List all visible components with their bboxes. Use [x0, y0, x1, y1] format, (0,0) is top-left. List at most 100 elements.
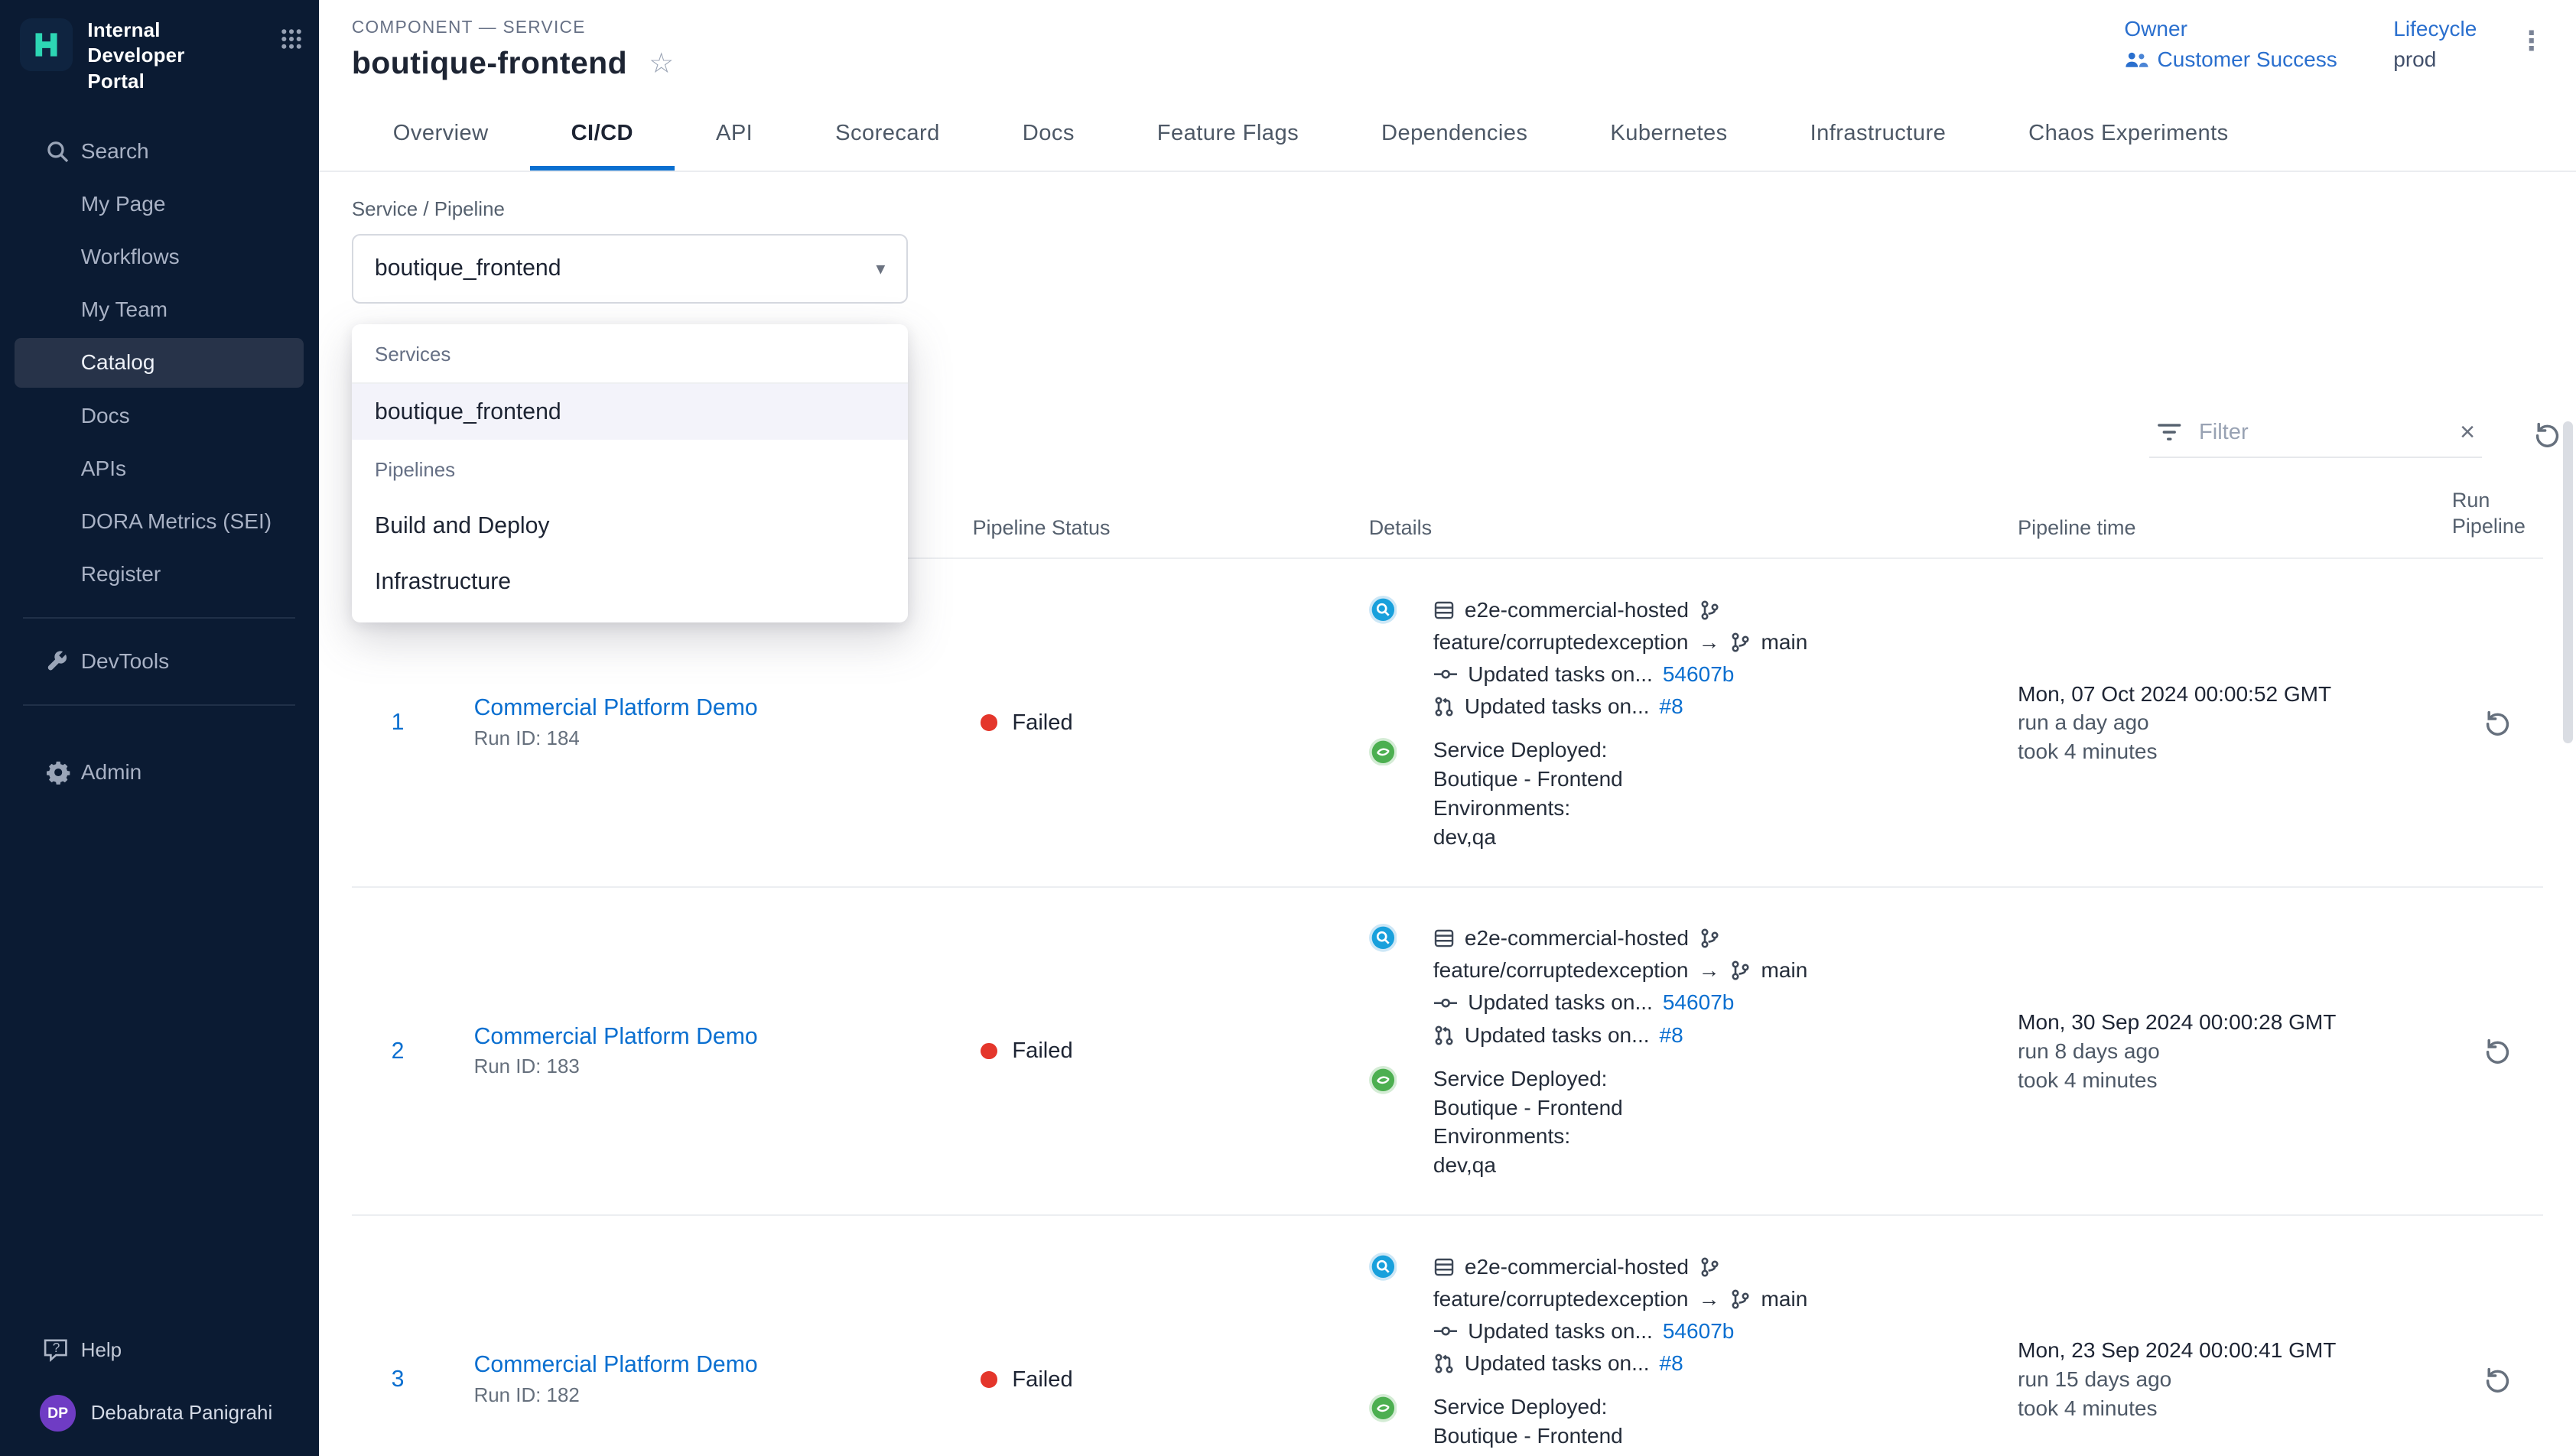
run-number-link[interactable]: 1 — [392, 710, 415, 736]
run-duration: took 4 minutes — [2018, 737, 2452, 766]
tab-api[interactable]: API — [675, 96, 794, 171]
tab-feature-flags[interactable]: Feature Flags — [1116, 96, 1340, 171]
run-ago: run 15 days ago — [2018, 1365, 2452, 1394]
target-branch: main — [1761, 630, 1808, 655]
deploy-label: Service Deployed: — [1433, 1064, 1623, 1094]
rerun-pipeline-button[interactable] — [2482, 707, 2513, 739]
sidebar-item-workflows[interactable]: Workflows — [0, 231, 319, 284]
commit-sha-link[interactable]: 54607b — [1663, 990, 1735, 1015]
pipeline-runs-table: Pipeline Status Details Pipeline time Ru… — [352, 488, 2543, 1456]
run-number-link[interactable]: 3 — [392, 1367, 415, 1393]
run-ago: run a day ago — [2018, 708, 2452, 737]
sidebar-item-admin[interactable]: Admin — [0, 746, 319, 798]
filter-input[interactable] — [2196, 418, 2447, 447]
commit-sha-link[interactable]: 54607b — [1663, 662, 1735, 687]
table-row: 2 Commercial Platform Demo Run ID: 183 F… — [352, 888, 2543, 1216]
pipeline-time: Mon, 30 Sep 2024 00:00:28 GMT — [2018, 1008, 2452, 1037]
sidebar-item-apis[interactable]: APIs — [0, 442, 319, 495]
filter-icon — [2156, 421, 2183, 444]
arrow-icon: → — [1698, 1287, 1719, 1311]
sidebar-item-label: Register — [81, 562, 161, 587]
sidebar-item-label: APIs — [81, 457, 126, 481]
pr-message: Updated tasks on... — [1465, 1351, 1650, 1376]
pipeline-select[interactable]: boutique_frontend ▾ — [352, 234, 909, 304]
search-icon — [46, 140, 69, 163]
run-id: Run ID: 184 — [474, 728, 758, 750]
tab-dependencies[interactable]: Dependencies — [1340, 96, 1569, 171]
environments-label: Environments: — [1433, 1451, 1623, 1456]
git-branch-icon — [1699, 928, 1720, 949]
sidebar-item-label: DORA Metrics (SEI) — [81, 509, 272, 534]
run-ago: run 8 days ago — [2018, 1037, 2452, 1066]
rerun-pipeline-button[interactable] — [2482, 1035, 2513, 1067]
sidebar-item-label: My Page — [81, 192, 166, 216]
tab-cicd[interactable]: CI/CD — [530, 96, 675, 171]
lifecycle-label: Lifecycle — [2393, 17, 2477, 41]
dropdown-option-infrastructure[interactable]: Infrastructure — [352, 554, 909, 609]
ci-stage-icon — [1369, 924, 1397, 1051]
tab-chaos-experiments[interactable]: Chaos Experiments — [1987, 96, 2269, 171]
repo-name: e2e-commercial-hosted — [1465, 1255, 1689, 1279]
rerun-pipeline-button[interactable] — [2482, 1364, 2513, 1396]
commit-message: Updated tasks on... — [1468, 1319, 1653, 1344]
vertical-scrollbar-thumb[interactable] — [2563, 421, 2573, 743]
pr-number-link[interactable]: #8 — [1660, 694, 1683, 719]
pr-number-link[interactable]: #8 — [1660, 1023, 1683, 1048]
cd-stage-icon — [1369, 738, 1397, 852]
help-label: Help — [81, 1340, 122, 1362]
commit-icon — [1433, 996, 1458, 1009]
run-id: Run ID: 183 — [474, 1056, 758, 1078]
help-button[interactable]: ? Help — [0, 1328, 319, 1373]
environments-label: Environments: — [1433, 794, 1623, 823]
sidebar-item-label: My Team — [81, 297, 168, 322]
page-title: boutique-frontend — [352, 45, 627, 81]
user-name: Debabrata Panigrahi — [91, 1402, 273, 1425]
tab-kubernetes[interactable]: Kubernetes — [1569, 96, 1768, 171]
kebab-menu-icon[interactable]: ⋮ — [2518, 28, 2545, 55]
git-branch-icon — [1729, 960, 1751, 981]
sidebar-item-label: Catalog — [81, 350, 155, 375]
user-menu[interactable]: DP Debabrata Panigrahi — [0, 1387, 319, 1440]
filter-field: × — [2149, 411, 2482, 458]
tab-infrastructure[interactable]: Infrastructure — [1769, 96, 1988, 171]
sidebar-item-label: Search — [81, 139, 149, 164]
sidebar-item-label: Admin — [81, 760, 142, 785]
sidebar-item-devtools[interactable]: DevTools — [0, 635, 319, 688]
pr-number-link[interactable]: #8 — [1660, 1351, 1683, 1376]
pipeline-name-link[interactable]: Commercial Platform Demo — [474, 1352, 758, 1378]
failed-status-dot — [981, 1043, 997, 1060]
refresh-icon[interactable] — [2532, 419, 2563, 450]
sidebar-item-docs[interactable]: Docs — [0, 389, 319, 442]
sidebar-item-catalog[interactable]: Catalog — [15, 338, 304, 388]
tab-docs[interactable]: Docs — [981, 96, 1116, 171]
deploy-service: Boutique - Frontend — [1433, 1094, 1623, 1123]
commit-sha-link[interactable]: 54607b — [1663, 1319, 1735, 1344]
repo-icon — [1433, 1256, 1455, 1278]
deploy-label: Service Deployed: — [1433, 1393, 1623, 1422]
run-number-link[interactable]: 2 — [392, 1038, 415, 1064]
app-logo[interactable] — [20, 18, 73, 78]
tab-scorecard[interactable]: Scorecard — [794, 96, 981, 171]
sidebar-item-dora-metrics[interactable]: DORA Metrics (SEI) — [0, 495, 319, 548]
pipeline-name-link[interactable]: Commercial Platform Demo — [474, 695, 758, 721]
tab-overview[interactable]: Overview — [352, 96, 530, 171]
owner-block: Owner Customer Success — [2124, 17, 2337, 73]
sidebar-item-search[interactable]: Search — [0, 125, 319, 178]
clear-filter-icon[interactable]: × — [2460, 419, 2475, 446]
commit-message: Updated tasks on... — [1468, 662, 1653, 687]
sidebar-item-my-page[interactable]: My Page — [0, 178, 319, 231]
dropdown-option-boutique-frontend[interactable]: boutique_frontend — [352, 384, 909, 440]
pull-request-icon — [1433, 1025, 1455, 1046]
favorite-star-icon[interactable]: ☆ — [649, 50, 674, 78]
dropdown-option-build-and-deploy[interactable]: Build and Deploy — [352, 498, 909, 554]
sidebar-item-my-team[interactable]: My Team — [0, 284, 319, 336]
repo-icon — [1433, 928, 1455, 949]
git-branch-icon — [1699, 600, 1720, 621]
sidebar-item-register[interactable]: Register — [0, 548, 319, 600]
chevron-down-icon: ▾ — [876, 258, 885, 280]
apps-grid-icon[interactable] — [281, 28, 302, 50]
owner-link[interactable]: Customer Success — [2124, 47, 2337, 72]
repo-icon — [1433, 600, 1455, 621]
pipeline-name-link[interactable]: Commercial Platform Demo — [474, 1024, 758, 1050]
wrench-icon — [46, 650, 69, 673]
